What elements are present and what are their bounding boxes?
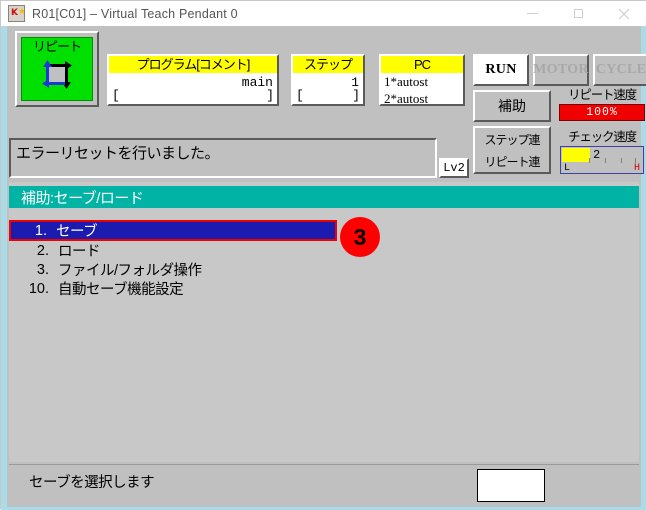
window-title: R01[C01] – Virtual Teach Pendant 0 — [32, 6, 238, 21]
level-badge-label: Lv2 — [443, 161, 465, 175]
annotation-badge-3: 3 — [340, 217, 380, 257]
footer-bar: セーブを選択します — [9, 464, 639, 505]
footer-hint: セーブを選択します — [29, 475, 155, 491]
repeat-speed-group: リピート速度 100% — [556, 88, 646, 121]
toggle-repeat-continuous[interactable]: リピート連 — [475, 150, 549, 172]
maximize-button[interactable] — [555, 1, 601, 26]
window-controls — [509, 1, 646, 26]
check-speed-low-mark: L — [564, 163, 571, 174]
aux-label: 補助 — [498, 98, 526, 114]
annotation-badge-label: 3 — [353, 223, 367, 250]
menu-item-label: 自動セーブ機能設定 — [58, 282, 184, 298]
menu-item-number: 1. — [34, 222, 47, 239]
repeat-cycle-icon — [42, 60, 72, 89]
repeat-speed-bar[interactable]: 100% — [559, 104, 645, 121]
step-brackets: [] — [296, 88, 360, 103]
close-icon[interactable] — [601, 1, 646, 26]
run-label: RUN — [485, 62, 517, 77]
step-field[interactable]: ステップ 1 [] — [291, 54, 365, 106]
run-button[interactable]: RUN — [473, 54, 529, 86]
menu-item-file-folder-ops[interactable]: 3. ファイル/フォルダ操作 — [9, 260, 639, 280]
content-area: 補助:セーブ/ロード 1. セーブ 2. ロード 3. ファイル/フォルダ操作 — [9, 182, 639, 462]
program-comment-caption: プログラム[コメント] — [109, 56, 277, 73]
mode-indicator: リピート — [21, 37, 93, 101]
pc-caption: PC — [381, 56, 463, 73]
program-comment-brackets: [] — [112, 88, 274, 103]
mode-repeat-button[interactable]: リピート — [15, 31, 99, 107]
cycle-label: CYCLE — [595, 62, 646, 77]
menu-item-save[interactable]: 1. セーブ — [9, 220, 337, 241]
check-speed-high-mark: H — [633, 163, 640, 174]
menu-item-number: 2. — [36, 242, 49, 259]
level-badge[interactable]: Lv2 — [439, 158, 469, 178]
cycle-button[interactable]: CYCLE — [593, 54, 646, 86]
menu-item-number: 10. — [28, 280, 49, 297]
mode-label: リピート — [32, 39, 82, 54]
menu-item-label: ロード — [58, 244, 101, 260]
app-robot-icon: K★ — [8, 5, 25, 22]
motor-button[interactable]: MOTOR — [533, 54, 589, 86]
check-speed-group: チェック速度 2 L H — [556, 130, 646, 174]
application-window: K★ R01[C01] – Virtual Teach Pendant 0 リピ… — [0, 0, 646, 510]
motor-label: MOTOR — [533, 62, 589, 77]
pc-field[interactable]: PC 1*autost 2*autost — [379, 54, 465, 106]
pendant-screen: リピート プログラム[コメント] main [] ステップ 1 [] PC … — [7, 26, 646, 507]
step-caption: ステップ — [293, 56, 363, 73]
menu-list: 1. セーブ 2. ロード 3. ファイル/フォルダ操作 10. 自動セーブ機能… — [9, 220, 639, 298]
menu-item-number: 3. — [36, 261, 49, 278]
pendant-frame: リピート プログラム[コメント] main [] ステップ 1 [] PC … — [1, 26, 646, 510]
menu-item-load[interactable]: 2. ロード — [9, 241, 639, 261]
pc-line-1: 1*autost — [384, 74, 429, 89]
message-bar: エラーリセットを行いました。 — [9, 138, 437, 178]
message-text: エラーリセットを行いました。 — [16, 145, 220, 162]
menu-item-label: セーブ — [56, 224, 98, 240]
pc-line-2: 2*autost — [384, 91, 429, 106]
program-comment-field[interactable]: プログラム[コメント] main [] — [107, 54, 279, 106]
repeat-speed-label: リピート速度 — [568, 88, 637, 102]
check-speed-label: チェック速度 — [568, 130, 637, 144]
section-header: 補助:セーブ/ロード — [9, 186, 639, 208]
title-bar: K★ R01[C01] – Virtual Teach Pendant 0 — [1, 1, 646, 26]
menu-item-auto-save-settings[interactable]: 10. 自動セーブ機能設定 — [9, 279, 639, 299]
section-header-label: 補助:セーブ/ロード — [21, 190, 144, 207]
toggle-step-continuous[interactable]: ステップ連 — [475, 128, 549, 150]
check-speed-fill — [562, 148, 590, 162]
footer-input[interactable] — [477, 469, 545, 502]
menu-item-label: ファイル/フォルダ操作 — [58, 263, 202, 279]
aux-button[interactable]: 補助 — [473, 90, 551, 122]
continuous-mode-toggles[interactable]: ステップ連 リピート連 — [473, 126, 551, 174]
check-speed-value: 2 — [593, 148, 601, 162]
check-speed-gauge[interactable]: 2 L H — [560, 146, 644, 174]
